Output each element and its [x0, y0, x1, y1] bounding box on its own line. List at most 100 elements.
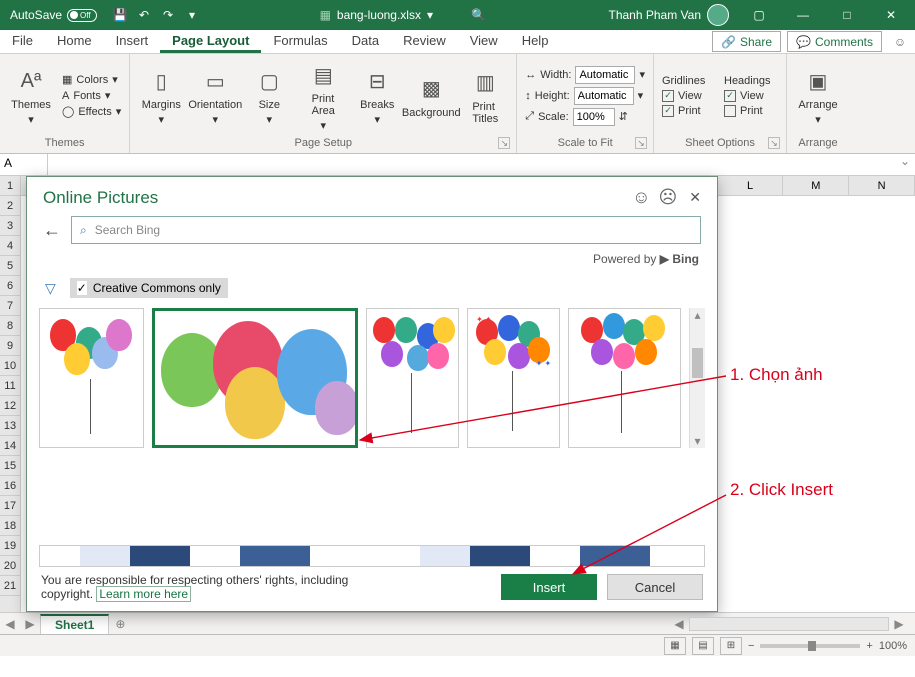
- row-11[interactable]: 11: [0, 376, 20, 396]
- redo-icon[interactable]: ↷: [157, 4, 179, 26]
- thumbnail-2-selected[interactable]: [152, 308, 358, 448]
- view-page-break-icon[interactable]: ⊞: [720, 637, 742, 655]
- comments-button[interactable]: 💬 Comments: [787, 31, 882, 52]
- tab-help[interactable]: Help: [510, 30, 561, 53]
- view-page-layout-icon[interactable]: ▤: [692, 637, 714, 655]
- hscroll-left[interactable]: ◀: [669, 617, 689, 631]
- width-input[interactable]: [575, 66, 635, 84]
- zoom-in-button[interactable]: +: [866, 640, 872, 652]
- tab-insert[interactable]: Insert: [104, 30, 161, 53]
- share-button[interactable]: 🔗 Share: [712, 31, 781, 52]
- row-4[interactable]: 4: [0, 236, 20, 256]
- save-icon[interactable]: 💾: [109, 4, 131, 26]
- formula-bar-expand-icon[interactable]: ⌄: [895, 154, 915, 175]
- colors-button[interactable]: ▦Colors ▾: [60, 72, 123, 87]
- row-7[interactable]: 7: [0, 296, 20, 316]
- undo-icon[interactable]: ↶: [133, 4, 155, 26]
- gridlines-view[interactable]: ✓View: [660, 89, 718, 103]
- user-account[interactable]: Thanh Pham Van: [602, 4, 735, 26]
- tab-nav-next[interactable]: ▶: [20, 617, 40, 631]
- scale-launcher[interactable]: ↘: [635, 137, 647, 149]
- row-15[interactable]: 15: [0, 456, 20, 476]
- row-18[interactable]: 18: [0, 516, 20, 536]
- tab-page-layout[interactable]: Page Layout: [160, 30, 261, 53]
- gridlines-print[interactable]: ✓Print: [660, 104, 718, 118]
- thumbnail-1[interactable]: [39, 308, 144, 448]
- row-17[interactable]: 17: [0, 496, 20, 516]
- tab-data[interactable]: Data: [340, 30, 391, 53]
- row-6[interactable]: 6: [0, 276, 20, 296]
- insert-button[interactable]: Insert: [501, 574, 597, 600]
- print-titles-button[interactable]: ▥Print Titles: [460, 67, 510, 125]
- horizontal-scrollbar[interactable]: [689, 617, 889, 631]
- autosave-toggle[interactable]: AutoSave Off: [4, 8, 103, 22]
- row-12[interactable]: 12: [0, 396, 20, 416]
- results-scrollbar[interactable]: ▴ ▾: [689, 308, 705, 448]
- feedback-happy-icon[interactable]: ☺: [632, 187, 650, 208]
- sheet-tab-sheet1[interactable]: Sheet1: [40, 614, 109, 634]
- row-5[interactable]: 5: [0, 256, 20, 276]
- feedback-smiley-icon[interactable]: ☺: [885, 30, 915, 53]
- tab-home[interactable]: Home: [45, 30, 104, 53]
- background-button[interactable]: ▩Background: [406, 73, 456, 119]
- row-1[interactable]: 1: [0, 176, 20, 196]
- effects-button[interactable]: ◯Effects ▾: [60, 104, 123, 119]
- tab-view[interactable]: View: [458, 30, 510, 53]
- row-8[interactable]: 8: [0, 316, 20, 336]
- tab-file[interactable]: File: [0, 30, 45, 53]
- feedback-sad-icon[interactable]: ☹: [659, 187, 678, 208]
- row-21[interactable]: 21: [0, 576, 20, 596]
- zoom-level[interactable]: 100%: [879, 640, 907, 652]
- cc-only-filter[interactable]: ✓Creative Commons only: [70, 278, 228, 298]
- orientation-button[interactable]: ▭Orientation▾: [190, 65, 240, 126]
- name-box[interactable]: A: [0, 154, 48, 175]
- back-button[interactable]: ←: [43, 220, 61, 241]
- zoom-out-button[interactable]: −: [748, 640, 754, 652]
- margins-button[interactable]: ▯Margins▾: [136, 65, 186, 126]
- height-control[interactable]: ↕Height: ▾: [523, 86, 647, 106]
- headings-print[interactable]: Print: [722, 104, 780, 118]
- thumbnail-4[interactable]: ✦ ✦ ✦ ✦: [467, 308, 560, 448]
- close-button[interactable]: ✕: [871, 0, 911, 30]
- row-3[interactable]: 3: [0, 216, 20, 236]
- search-icon[interactable]: 🔍: [471, 8, 486, 22]
- hscroll-right[interactable]: ▶: [889, 617, 909, 631]
- minimize-button[interactable]: —: [783, 0, 823, 30]
- tab-formulas[interactable]: Formulas: [261, 30, 339, 53]
- qat-dropdown-icon[interactable]: ▾: [181, 4, 203, 26]
- headings-view[interactable]: ✓View: [722, 89, 780, 103]
- arrange-button[interactable]: ▣Arrange▾: [793, 65, 843, 126]
- dialog-close-button[interactable]: ✕: [689, 189, 701, 206]
- height-input[interactable]: [574, 87, 634, 105]
- tab-review[interactable]: Review: [391, 30, 458, 53]
- row-2[interactable]: 2: [0, 196, 20, 216]
- thumbnail-3[interactable]: [366, 308, 459, 448]
- row-14[interactable]: 14: [0, 436, 20, 456]
- search-input[interactable]: ⌕ Search Bing: [71, 216, 701, 244]
- tab-nav-prev[interactable]: ◀: [0, 617, 20, 631]
- size-button[interactable]: ▢Size▾: [244, 65, 294, 126]
- filter-icon[interactable]: ▽: [45, 280, 56, 297]
- row-13[interactable]: 13: [0, 416, 20, 436]
- width-control[interactable]: ↔Width: ▾: [523, 65, 647, 85]
- col-n[interactable]: N: [849, 176, 915, 195]
- row-19[interactable]: 19: [0, 536, 20, 556]
- thumbnail-5[interactable]: [568, 308, 681, 448]
- col-l[interactable]: L: [718, 176, 784, 195]
- sheet-options-launcher[interactable]: ↘: [768, 137, 780, 149]
- row-10[interactable]: 10: [0, 356, 20, 376]
- print-area-button[interactable]: ▤Print Area▾: [298, 59, 348, 132]
- zoom-slider[interactable]: [760, 644, 860, 648]
- filename-dropdown-icon[interactable]: ▾: [427, 8, 433, 22]
- learn-more-link[interactable]: Learn more here: [96, 586, 191, 602]
- cancel-button[interactable]: Cancel: [607, 574, 703, 600]
- row-20[interactable]: 20: [0, 556, 20, 576]
- breaks-button[interactable]: ⊟Breaks▾: [352, 65, 402, 126]
- row-16[interactable]: 16: [0, 476, 20, 496]
- col-m[interactable]: M: [783, 176, 849, 195]
- row-9[interactable]: 9: [0, 336, 20, 356]
- new-sheet-button[interactable]: ⊕: [109, 617, 131, 631]
- results-row-2[interactable]: [39, 545, 705, 567]
- maximize-button[interactable]: □: [827, 0, 867, 30]
- formula-bar[interactable]: [48, 154, 895, 175]
